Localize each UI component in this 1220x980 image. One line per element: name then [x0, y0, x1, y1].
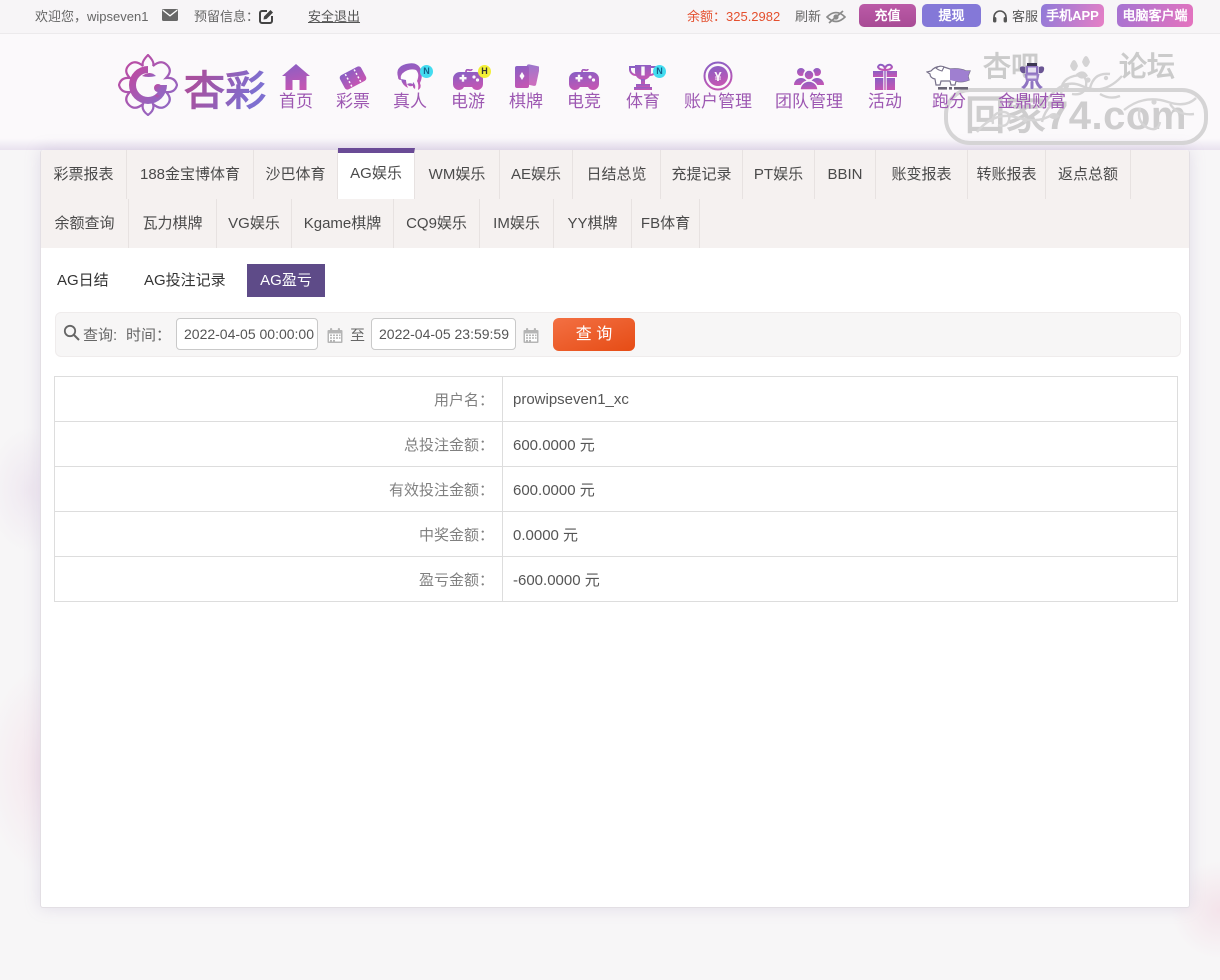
svg-text:¥: ¥ — [714, 69, 722, 84]
